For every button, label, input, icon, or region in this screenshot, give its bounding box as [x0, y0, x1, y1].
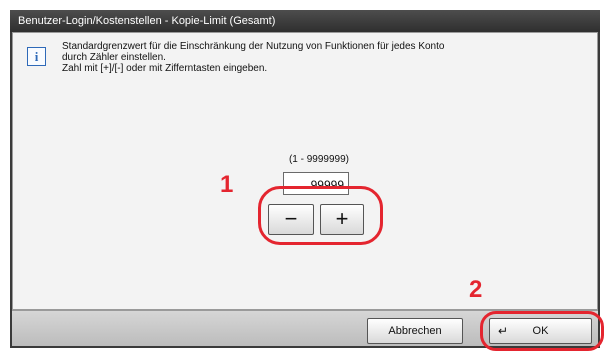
- increment-button[interactable]: +: [320, 204, 364, 235]
- info-message: Standardgrenzwert für die Einschränkung …: [62, 41, 444, 74]
- counter-range-label: (1 - 9999999): [288, 154, 350, 165]
- info-icon: i: [27, 47, 46, 66]
- step-marker-2: 2: [469, 276, 483, 303]
- decrement-button[interactable]: −: [268, 204, 314, 235]
- window-title: Benutzer-Login/Kostenstellen - Kopie-Lim…: [10, 10, 600, 32]
- info-message-line3: Zahl mit [+]/[-] oder mit Zifferntasten …: [62, 63, 268, 74]
- info-message-line1: Standardgrenzwert für die Einschränkung …: [62, 41, 445, 52]
- step-marker-1: 1: [220, 171, 234, 198]
- info-message-line2: durch Zähler einstellen.: [62, 52, 166, 63]
- highlight-ring-step2: [480, 311, 604, 351]
- cancel-button[interactable]: Abbrechen: [367, 318, 463, 344]
